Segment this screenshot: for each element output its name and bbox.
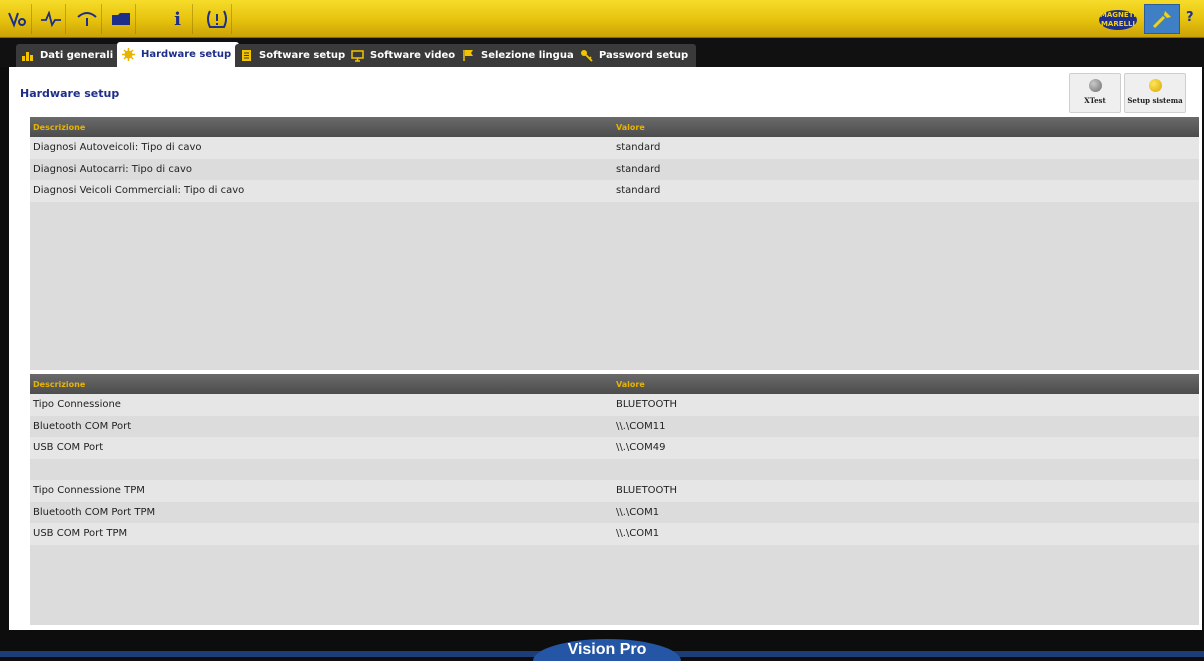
table-row[interactable]: Diagnosi Autocarri: Tipo di cavo standar… [30, 159, 1199, 181]
table-row[interactable]: USB COM Port TPM \\.\COM1 [30, 523, 1199, 545]
tab-software-setup[interactable]: Software setup [235, 44, 354, 67]
row-description: Bluetooth COM Port TPM [33, 506, 156, 518]
tab-bar: Dati generali Hardware setup Software se… [0, 38, 1204, 67]
table-body: Diagnosi Autoveicoli: Tipo di cavo stand… [30, 137, 1199, 202]
row-description: Diagnosi Autoveicoli: Tipo di cavo [33, 142, 202, 153]
header-descrizione: Descrizione [33, 123, 86, 132]
top-toolbar: i MAGNETI MARELLI ? [0, 0, 1204, 38]
globe-icon [1088, 79, 1102, 92]
table-row[interactable]: Tipo Connessione TPM BLUETOOTH [30, 480, 1199, 502]
document-icon [242, 50, 251, 61]
help-button[interactable]: ? [1186, 10, 1194, 25]
row-value: BLUETOOTH [616, 399, 678, 410]
cable-setup-table: Descrizione Valore Diagnosi Autoveicoli:… [30, 117, 1199, 370]
table-row[interactable]: Diagnosi Veicoli Commerciali: Tipo di ca… [30, 180, 1199, 202]
page-title: Hardware setup [20, 87, 120, 100]
row-value: \\.\COM11 [616, 420, 666, 432]
tab-password-setup[interactable]: Password setup [575, 44, 697, 67]
row-description: Tipo Connessione [33, 399, 121, 410]
tab-label: Hardware setup [141, 49, 232, 60]
table-row[interactable]: Bluetooth COM Port \\.\COM11 [30, 416, 1199, 438]
info-icon[interactable]: i [163, 4, 193, 34]
table-header: Descrizione Valore [30, 374, 1199, 394]
product-name: Vision Pro [533, 639, 681, 661]
table-header: Descrizione Valore [30, 117, 1199, 137]
tab-selezione-lingua[interactable]: Selezione lingua [457, 44, 582, 67]
table-row[interactable]: Tipo Connessione BLUETOOTH [30, 394, 1199, 416]
tab-label: Dati generali [40, 50, 114, 61]
xtest-label: XTest [1084, 96, 1106, 105]
connection-setup-table: Descrizione Valore Tipo Connessione BLUE… [30, 374, 1199, 625]
key-icon [581, 50, 593, 62]
row-value: standard [616, 185, 661, 196]
row-value: \\.\COM49 [616, 442, 666, 453]
flag-icon [463, 50, 473, 61]
table-row[interactable]: Diagnosi Autoveicoli: Tipo di cavo stand… [30, 137, 1199, 159]
table-row[interactable]: Bluetooth COM Port TPM \\.\COM1 [30, 502, 1199, 524]
oscilloscope-icon[interactable] [36, 4, 66, 34]
tpms-warning-icon[interactable] [202, 4, 232, 34]
header-valore: Valore [616, 123, 645, 132]
row-description: Diagnosi Veicoli Commerciali: Tipo di ca… [33, 185, 245, 196]
row-description: USB COM Port [33, 442, 104, 453]
row-value: standard [616, 163, 661, 175]
tab-hardware-setup[interactable]: Hardware setup [117, 42, 240, 67]
main-panel: Hardware setup XTest Setup sistema Descr… [9, 67, 1202, 630]
wrench-icon [1148, 79, 1162, 92]
row-description: Tipo Connessione TPM [33, 485, 145, 496]
xtest-button[interactable]: XTest [1069, 73, 1121, 113]
vehicle-diagnosis-icon[interactable] [2, 4, 32, 34]
folder-icon[interactable] [106, 4, 136, 34]
gear-icon [122, 48, 135, 61]
monitor-icon [351, 50, 364, 62]
tools-icon[interactable] [1144, 4, 1180, 34]
table-row[interactable]: USB COM Port \\.\COM49 [30, 437, 1199, 459]
tab-dati-generali[interactable]: Dati generali [16, 44, 122, 67]
setup-sistema-button[interactable]: Setup sistema [1124, 73, 1186, 113]
row-value: \\.\COM1 [616, 528, 660, 539]
tab-label: Selezione lingua [481, 50, 574, 61]
row-description: USB COM Port TPM [33, 528, 128, 539]
row-value: standard [616, 142, 661, 153]
table-row [30, 459, 1199, 481]
tab-software-video[interactable]: Software video [346, 44, 464, 67]
tab-label: Software setup [259, 50, 346, 61]
wireless-icon[interactable] [72, 4, 102, 34]
tab-label: Password setup [599, 50, 689, 61]
table-body: Tipo Connessione BLUETOOTH Bluetooth COM… [30, 394, 1199, 545]
setup-sistema-label: Setup sistema [1127, 96, 1183, 105]
row-value: \\.\COM1 [616, 506, 660, 518]
tab-label: Software video [370, 50, 456, 61]
row-description: Diagnosi Autocarri: Tipo di cavo [33, 163, 192, 175]
row-value: BLUETOOTH [616, 485, 678, 496]
chart-icon [22, 52, 33, 61]
header-descrizione: Descrizione [33, 380, 86, 389]
header-valore: Valore [616, 380, 645, 389]
brand-logo: MAGNETI MARELLI [1099, 10, 1137, 30]
footer: Vision Pro [0, 632, 1204, 661]
row-description: Bluetooth COM Port [33, 420, 132, 432]
